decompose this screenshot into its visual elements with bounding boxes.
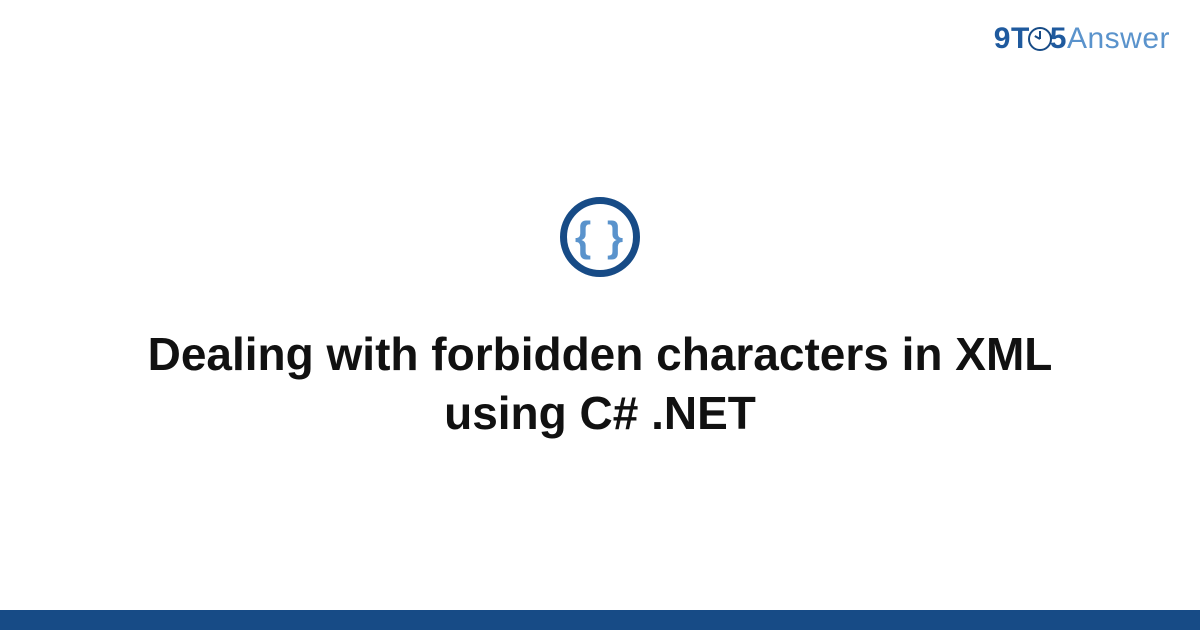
footer-bar [0,610,1200,630]
category-icon-circle: { } [560,197,640,277]
page-title: Dealing with forbidden characters in XML… [125,325,1075,443]
code-braces-icon: { } [575,216,625,258]
main-content: { } Dealing with forbidden characters in… [0,0,1200,610]
